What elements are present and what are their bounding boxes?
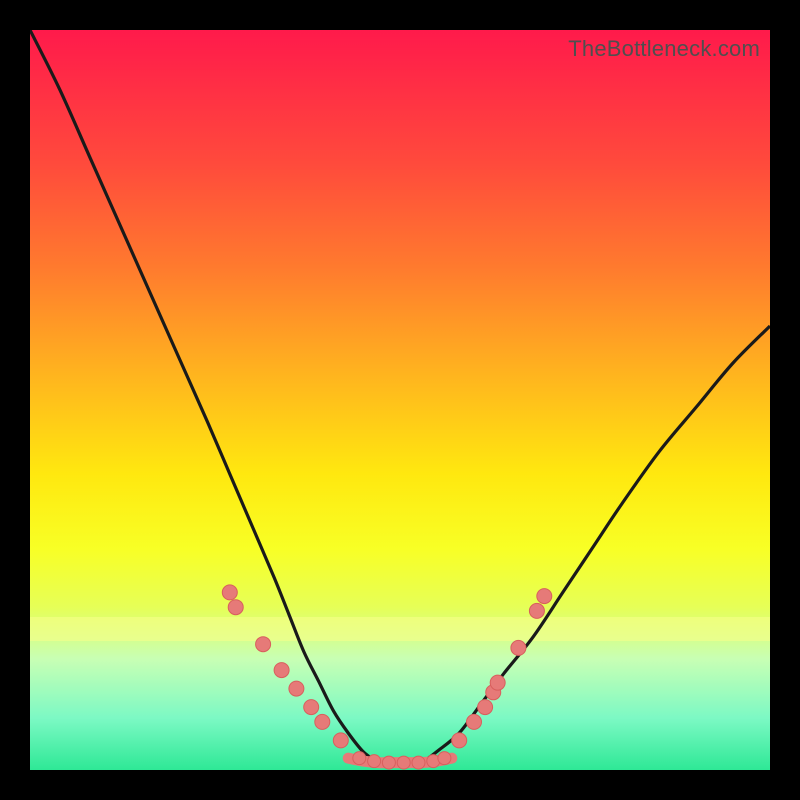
chart-frame: TheBottleneck.com bbox=[0, 0, 800, 800]
data-dot bbox=[228, 600, 243, 615]
attribution-label: TheBottleneck.com bbox=[568, 36, 760, 62]
data-dot bbox=[289, 681, 304, 696]
data-dot bbox=[412, 756, 425, 769]
data-dot bbox=[438, 752, 451, 765]
data-dot bbox=[490, 675, 505, 690]
data-dot bbox=[382, 756, 395, 769]
plot-area: TheBottleneck.com bbox=[30, 30, 770, 770]
data-dot bbox=[256, 637, 271, 652]
data-dot bbox=[511, 640, 526, 655]
data-dot bbox=[478, 700, 493, 715]
data-dot bbox=[353, 752, 366, 765]
data-dot bbox=[537, 589, 552, 604]
left-curve bbox=[30, 30, 378, 763]
data-dot bbox=[315, 714, 330, 729]
data-dot bbox=[304, 700, 319, 715]
data-dot bbox=[529, 603, 544, 618]
data-dot bbox=[452, 733, 467, 748]
data-dot bbox=[397, 756, 410, 769]
curve-layer bbox=[30, 30, 770, 770]
data-dot bbox=[274, 663, 289, 678]
data-dot bbox=[333, 733, 348, 748]
dots-right bbox=[452, 589, 552, 748]
data-dot bbox=[467, 714, 482, 729]
right-curve bbox=[422, 326, 770, 763]
data-dot bbox=[368, 755, 381, 768]
data-dot bbox=[222, 585, 237, 600]
